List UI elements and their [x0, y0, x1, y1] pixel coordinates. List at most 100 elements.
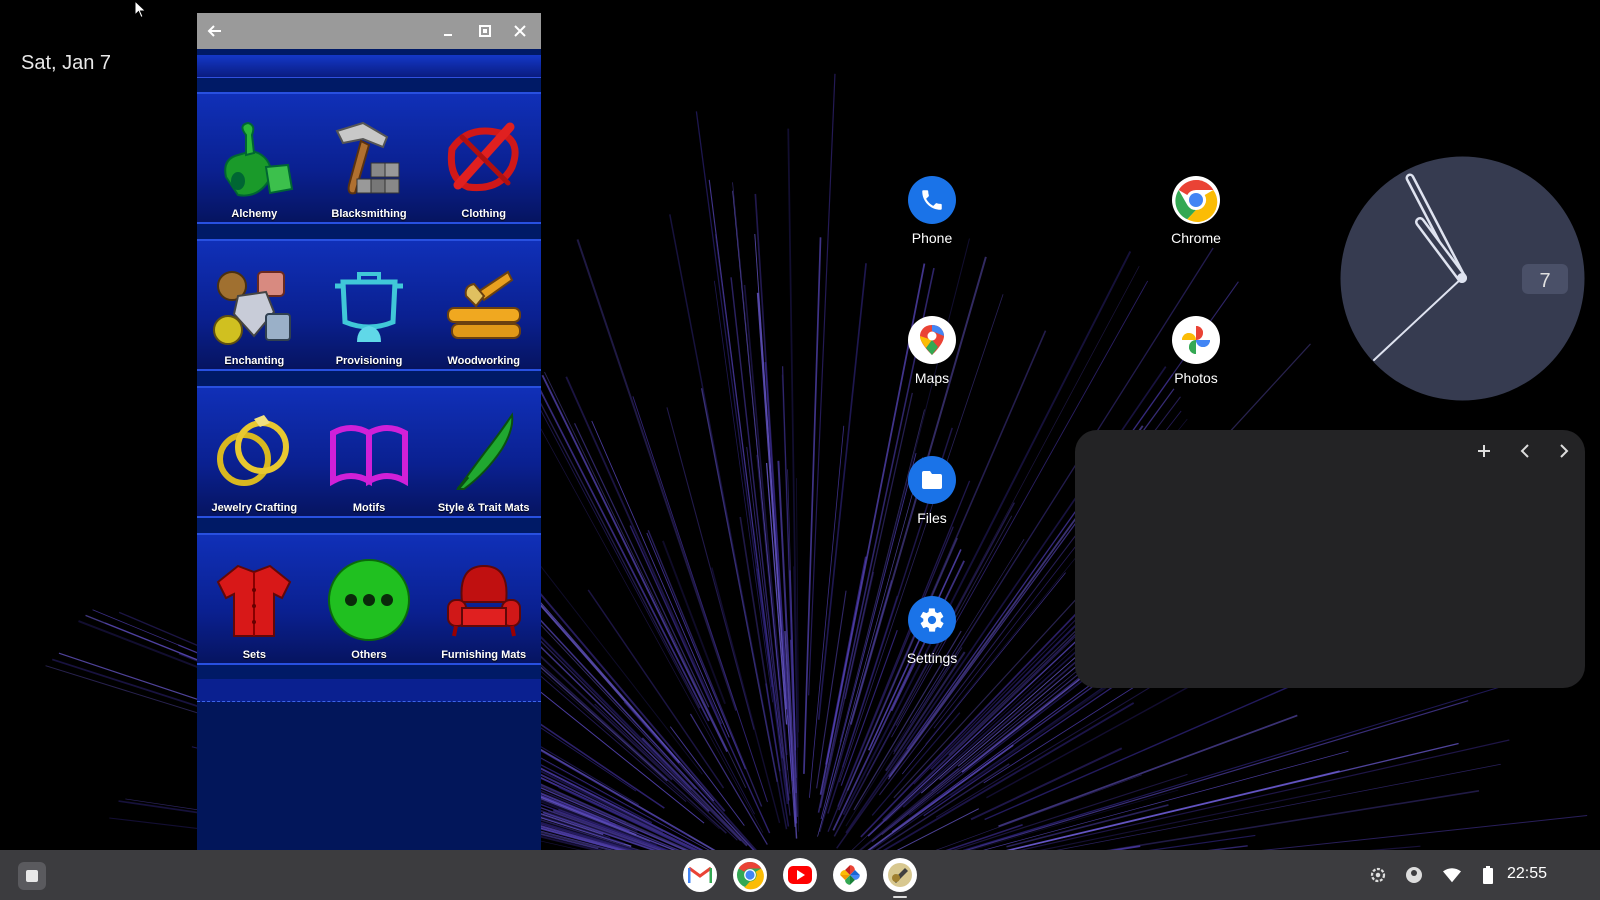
- youtube-app-button[interactable]: [783, 858, 817, 892]
- youtube-icon: [788, 866, 812, 884]
- wallpaper-ray: [803, 237, 822, 774]
- category-label: Woodworking: [447, 355, 520, 367]
- jewelry-crafting-icon: [217, 415, 290, 486]
- clothing-icon: [447, 122, 519, 192]
- category-others[interactable]: Others: [312, 535, 427, 663]
- maximize-button[interactable]: [469, 13, 501, 49]
- category-enchanting[interactable]: Enchanting: [197, 241, 312, 369]
- arrow-left-icon: [207, 25, 221, 37]
- back-button[interactable]: [199, 13, 231, 49]
- shortcut-maps[interactable]: Maps: [882, 316, 982, 386]
- shortcut-phone[interactable]: Phone: [882, 176, 982, 246]
- photos-app-button[interactable]: [833, 858, 867, 892]
- category-label: Style & Trait Mats: [437, 502, 530, 514]
- woodworking-icon: [446, 270, 521, 339]
- wallpaper-ray: [945, 824, 1023, 850]
- crafting-app-button[interactable]: [883, 858, 917, 892]
- shortcut-label: Chrome: [1171, 230, 1221, 246]
- provisioning-icon: [335, 272, 403, 342]
- clock-day-number: 7: [1539, 270, 1550, 292]
- chevron-left-icon: [1520, 444, 1529, 458]
- sets-icon: [217, 564, 292, 637]
- wallpaper-ray: [512, 619, 710, 812]
- next-button[interactable]: [1551, 438, 1577, 464]
- shortcut-chrome[interactable]: Chrome: [1146, 176, 1246, 246]
- window-titlebar[interactable]: [197, 13, 541, 49]
- minimize-button[interactable]: [432, 13, 464, 49]
- category-jewelry-crafting[interactable]: Jewelry Crafting: [197, 388, 312, 516]
- category-label: Alchemy: [231, 208, 278, 220]
- chevron-right-icon: [1560, 444, 1569, 458]
- motifs-icon: [330, 425, 408, 487]
- category-woodworking[interactable]: Woodworking: [426, 241, 541, 369]
- maximize-icon: [479, 25, 491, 37]
- plus-icon: [1478, 445, 1490, 457]
- window-bottom-strip: [197, 679, 541, 702]
- alchemy-icon: [224, 121, 294, 197]
- battery-icon: [1483, 866, 1493, 884]
- category-row: Jewelry Crafting Motifs Style & Trait Ma…: [197, 386, 541, 518]
- wallpaper-ray: [1261, 815, 1588, 850]
- launcher-button[interactable]: [18, 862, 46, 890]
- category-blacksmithing[interactable]: Blacksmithing: [312, 94, 427, 222]
- category-clothing[interactable]: Clothing: [426, 94, 541, 222]
- blacksmithing-icon: [335, 121, 400, 195]
- shortcut-label: Settings: [906, 650, 958, 666]
- shortcut-settings[interactable]: Settings: [882, 596, 982, 666]
- wifi-icon: [1443, 868, 1461, 883]
- category-row: Enchanting Provisioning Woodworking: [197, 239, 541, 371]
- chrome-icon: [736, 861, 764, 890]
- wallpaper-ray: [662, 540, 726, 705]
- shortcut-label: Photos: [1174, 370, 1218, 386]
- maps-icon: [908, 316, 956, 364]
- chrome-app-button[interactable]: [733, 858, 767, 892]
- wallpaper-ray: [591, 420, 730, 738]
- tray-account-button[interactable]: [1405, 866, 1423, 884]
- close-button[interactable]: [504, 13, 536, 49]
- category-sets[interactable]: Sets: [197, 535, 312, 663]
- tray-settings-button[interactable]: [1369, 866, 1387, 884]
- analog-clock-widget[interactable]: 7: [1340, 156, 1585, 401]
- category-label: Furnishing Mats: [441, 649, 527, 661]
- category-label: Clothing: [461, 208, 506, 220]
- shelf-time[interactable]: 22:55: [1507, 865, 1547, 883]
- category-label: Jewelry Crafting: [211, 502, 298, 514]
- minimize-icon: [444, 34, 452, 36]
- category-furnishing-mats[interactable]: Furnishing Mats: [426, 535, 541, 663]
- wallpaper-ray: [882, 702, 1135, 850]
- shortcut-photos[interactable]: Photos: [1146, 316, 1246, 386]
- category-style-trait-mats[interactable]: Style & Trait Mats: [426, 388, 541, 516]
- style-trait-mats-icon: [455, 412, 513, 490]
- phone-icon: [908, 176, 956, 224]
- gmail-icon: [688, 866, 712, 883]
- category-row: Alchemy Blacksmithing Clothing: [197, 92, 541, 224]
- category-label: Motifs: [352, 502, 386, 514]
- previous-button[interactable]: [1512, 438, 1538, 464]
- category-provisioning[interactable]: Provisioning: [312, 241, 427, 369]
- category-motifs[interactable]: Motifs: [312, 388, 427, 516]
- shortcut-files[interactable]: Files: [882, 456, 982, 526]
- shelf: 22:55: [0, 850, 1600, 900]
- window-toolbar-strip: [197, 55, 541, 78]
- furnishing-mats-icon: [446, 564, 521, 637]
- launcher-icon: [26, 870, 38, 882]
- wallpaper-ray: [669, 214, 788, 830]
- wallpaper-ray: [809, 425, 845, 798]
- gear-icon: [1370, 867, 1386, 883]
- category-label: Sets: [242, 649, 266, 661]
- account-icon: [1406, 867, 1422, 883]
- tray-battery-button[interactable]: [1479, 866, 1497, 884]
- enchanting-icon: [213, 271, 292, 345]
- category-label: Others: [351, 649, 387, 661]
- category-alchemy[interactable]: Alchemy: [197, 94, 312, 222]
- files-icon: [908, 456, 956, 504]
- tray-wifi-button[interactable]: [1443, 866, 1461, 884]
- wallpaper-ray: [541, 374, 728, 753]
- photos-icon: [840, 865, 860, 885]
- app-window: Alchemy Blacksmithing Clothing Enchantin…: [197, 13, 541, 872]
- shortcut-label: Maps: [914, 370, 950, 386]
- wallpaper-ray: [532, 414, 764, 833]
- wallpaper-ray: [714, 234, 774, 694]
- add-event-button[interactable]: [1471, 438, 1497, 464]
- gmail-app-button[interactable]: [683, 858, 717, 892]
